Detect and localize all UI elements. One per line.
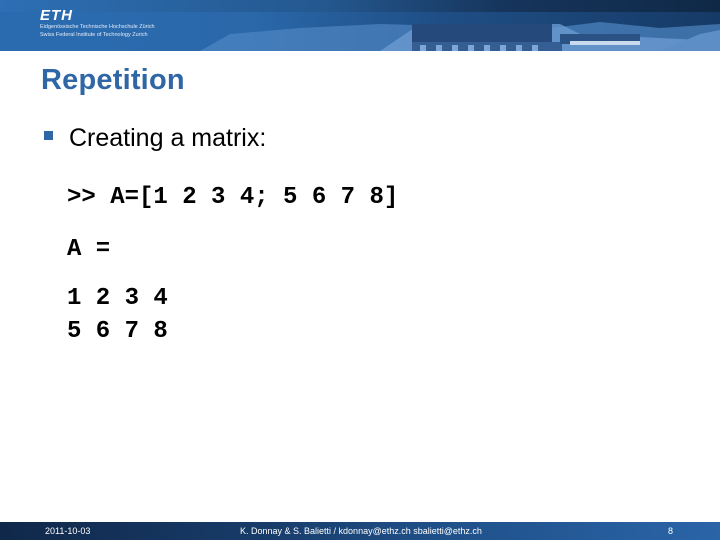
slide-title: Repetition [41, 64, 185, 96]
bullet-item: Creating a matrix: [44, 124, 266, 153]
header-banner: ETH Eidgenössische Technische Hochschule… [0, 0, 720, 51]
footer-authors: K. Donnay & S. Balietti / kdonnay@ethz.c… [240, 526, 482, 536]
square-bullet-icon [44, 131, 53, 140]
page-number: 8 [668, 526, 674, 536]
bullet-text: Creating a matrix: [69, 124, 267, 152]
footer-bar: 2011-10-03 K. Donnay & S. Balietti / kdo… [0, 522, 720, 540]
eth-logo-line-german: Eidgenössische Technische Hochschule Zür… [40, 24, 155, 30]
code-matrix-row-2: 5 6 7 8 [67, 318, 168, 345]
eth-logo-line-english: Swiss Federal Institute of Technology Zu… [40, 32, 148, 38]
code-command-line: >> A=[1 2 3 4; 5 6 7 8] [67, 184, 399, 211]
code-matrix-row-1: 1 2 3 4 [67, 285, 168, 312]
eth-logo-mark: ETH [40, 7, 73, 24]
footer-date: 2011-10-03 [45, 526, 91, 536]
eth-logo: ETH Eidgenössische Technische Hochschule… [40, 7, 155, 39]
code-output-label: A = [67, 236, 111, 263]
